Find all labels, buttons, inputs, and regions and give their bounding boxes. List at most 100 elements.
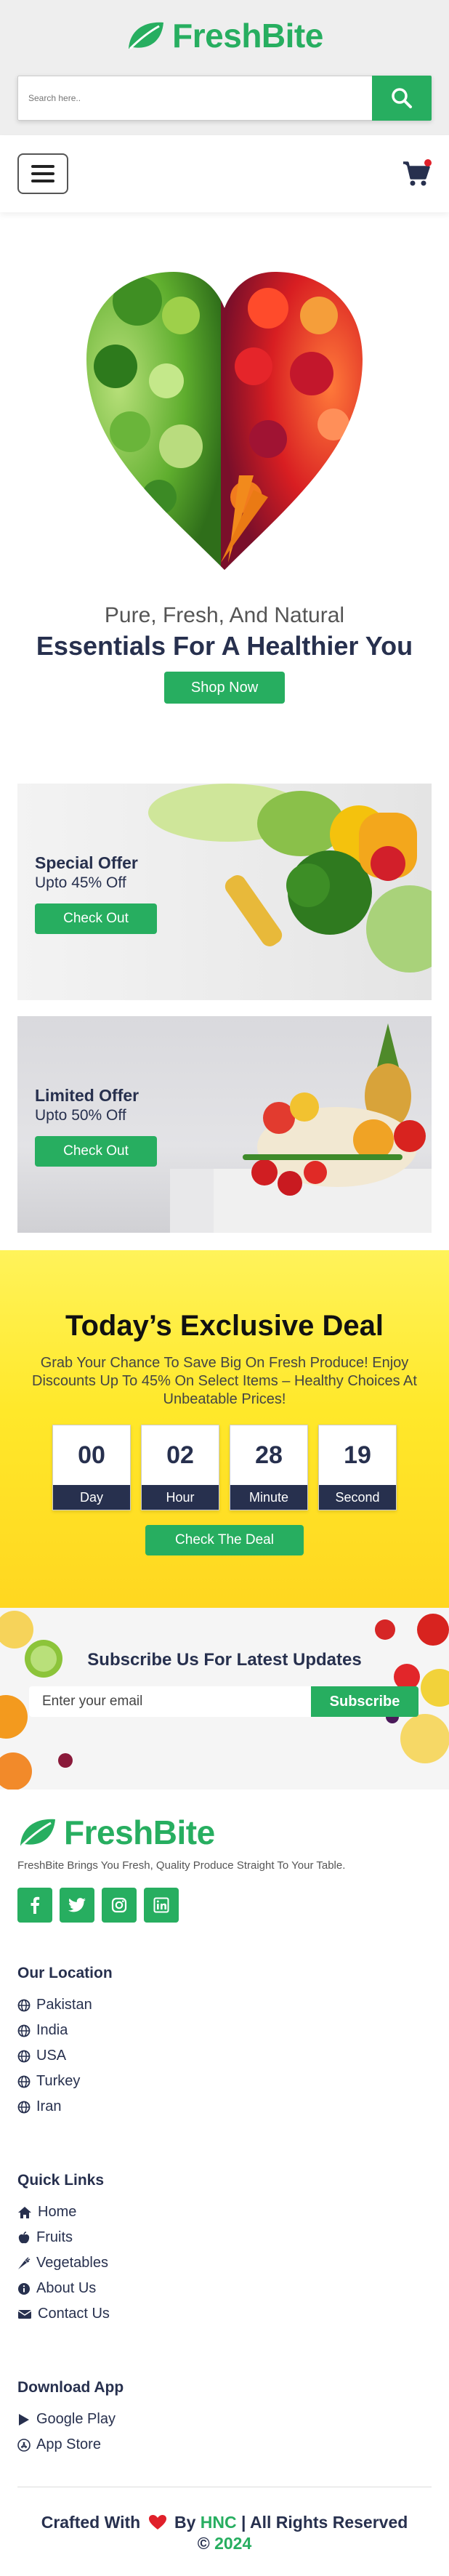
location-item[interactable]: India (17, 2018, 432, 2043)
offer-title: Limited Offer (35, 1086, 139, 1105)
footer-description: FreshBite Brings You Fresh, Quality Prod… (17, 1859, 346, 1872)
download-label: Google Play (36, 2411, 116, 2427)
download-label: App Store (36, 2436, 101, 2452)
envelope-icon (17, 2309, 32, 2319)
top-header: FreshBite (0, 0, 449, 135)
brand-name: FreshBite (64, 1814, 215, 1851)
quick-link-label: Contact Us (38, 2306, 110, 2322)
brand-name: FreshBite (172, 17, 323, 55)
countdown-label: Minute (230, 1485, 307, 1510)
quick-links-heading: Quick Links (17, 2172, 105, 2189)
instagram-link[interactable] (102, 1888, 137, 1923)
location-item[interactable]: Pakistan (17, 1992, 432, 2018)
google-play-icon (19, 2413, 29, 2426)
countdown-value: 19 (344, 1441, 371, 1469)
quick-link-contact[interactable]: Contact Us (17, 2301, 432, 2327)
countdown-label: Second (319, 1485, 396, 1510)
footer-credits: Crafted With By HNC | All Rights Reserve… (17, 2487, 432, 2576)
cart-notification-dot (424, 159, 432, 166)
search-input[interactable] (17, 76, 372, 121)
app-store-link[interactable]: App Store (17, 2432, 432, 2458)
countdown-day: 00 Day (52, 1425, 131, 1510)
cart-button[interactable] (403, 159, 432, 187)
search-button[interactable] (372, 76, 432, 121)
countdown-label: Hour (142, 1485, 219, 1510)
google-play-link[interactable]: Google Play (17, 2407, 432, 2432)
author-link[interactable]: HNC (201, 2513, 237, 2532)
credits-prefix: Crafted With (41, 2513, 141, 2532)
email-field[interactable] (29, 1686, 311, 1717)
countdown-timer: 00 Day 02 Hour 28 Minute 19 Second (0, 1425, 449, 1510)
footer: FreshBite FreshBite Brings You Fresh, Qu… (0, 1790, 449, 2576)
shop-now-button[interactable]: Shop Now (164, 672, 285, 704)
location-item[interactable]: Iran (17, 2094, 432, 2120)
heart-produce-image (0, 257, 449, 577)
offer-title: Special Offer (35, 853, 138, 872)
menu-bar-icon (31, 172, 54, 175)
quick-link-about[interactable]: About Us (17, 2276, 432, 2301)
twitter-icon (68, 1898, 86, 1912)
leaf-logo-icon (20, 1819, 55, 1847)
leaf-logo-icon (129, 22, 164, 50)
hero-subtitle: Pure, Fresh, And Natural (104, 603, 345, 627)
quick-link-vegetables[interactable]: Vegetables (17, 2250, 432, 2276)
countdown-value: 02 (166, 1441, 194, 1469)
location-heading: Our Location (17, 1965, 113, 1981)
facebook-icon (31, 1896, 40, 1914)
exclusive-deal-section: Today’s Exclusive Deal Grab Your Chance … (0, 1250, 449, 1608)
hero-section: Pure, Fresh, And Natural Essentials For … (0, 212, 449, 704)
offer-discount: Upto 50% Off (35, 1107, 126, 1124)
globe-icon (17, 2024, 31, 2037)
quick-link-label: Vegetables (36, 2255, 108, 2271)
subscribe-section: Subscribe Us For Latest Updates Subscrib… (0, 1608, 449, 1790)
vegetables-image (148, 784, 432, 973)
linkedin-link[interactable] (144, 1888, 179, 1923)
offer-card-special: Special Offer Upto 45% Off Check Out (17, 784, 432, 1000)
quick-link-home[interactable]: Home (17, 2199, 432, 2225)
copyright-year: 2024 (214, 2533, 252, 2553)
deal-description: Grab Your Chance To Save Big On Fresh Pr… (32, 1355, 417, 1407)
apple-icon (18, 2231, 30, 2243)
offer-text: Special Offer Upto 45% Off Check Out (35, 853, 157, 934)
location-list: Pakistan India USA Turkey Iran (17, 1992, 432, 2120)
search-bar (17, 76, 432, 121)
subscribe-form: Subscribe (29, 1686, 418, 1717)
footer-brand-logo[interactable]: FreshBite (17, 1813, 432, 1852)
check-out-button[interactable]: Check Out (35, 903, 157, 934)
info-icon (18, 2282, 30, 2295)
location-item[interactable]: USA (17, 2043, 432, 2069)
download-app-list: Google Play App Store (17, 2407, 432, 2458)
carrot-icon (18, 2256, 31, 2269)
offer-text: Limited Offer Upto 50% Off Check Out (35, 1086, 157, 1167)
quick-links-list: Home Fruits Vegetables About Us Contact … (17, 2199, 432, 2327)
facebook-link[interactable] (17, 1888, 52, 1923)
subscribe-button[interactable]: Subscribe (311, 1686, 418, 1717)
offer-discount: Upto 45% Off (35, 874, 126, 891)
deal-title: Today’s Exclusive Deal (65, 1310, 384, 1342)
countdown-value: 28 (255, 1441, 283, 1469)
subscribe-title: Subscribe Us For Latest Updates (87, 1650, 362, 1670)
globe-icon (17, 2101, 31, 2113)
app-store-icon (17, 2438, 31, 2452)
instagram-icon (111, 1897, 127, 1913)
heart-icon (148, 2515, 166, 2529)
download-app-heading: Download App (17, 2379, 124, 2396)
menu-bar-icon (31, 180, 54, 182)
location-label: Iran (36, 2098, 62, 2114)
check-out-button[interactable]: Check Out (35, 1136, 157, 1167)
linkedin-icon (153, 1897, 169, 1913)
copyright-symbol: © (197, 2533, 210, 2553)
brand-logo[interactable]: FreshBite (0, 16, 449, 55)
search-icon (392, 88, 412, 108)
globe-icon (17, 1999, 31, 2011)
check-the-deal-button[interactable]: Check The Deal (145, 1525, 304, 1555)
location-item[interactable]: Turkey (17, 2069, 432, 2094)
countdown-minute: 28 Minute (230, 1425, 308, 1510)
home-icon (18, 2206, 31, 2218)
location-label: India (36, 2022, 68, 2038)
menu-bar-icon (31, 165, 54, 168)
twitter-link[interactable] (60, 1888, 94, 1923)
offer-card-limited: Limited Offer Upto 50% Off Check Out (17, 1016, 432, 1233)
quick-link-fruits[interactable]: Fruits (17, 2225, 432, 2250)
hamburger-menu-button[interactable] (17, 153, 68, 194)
